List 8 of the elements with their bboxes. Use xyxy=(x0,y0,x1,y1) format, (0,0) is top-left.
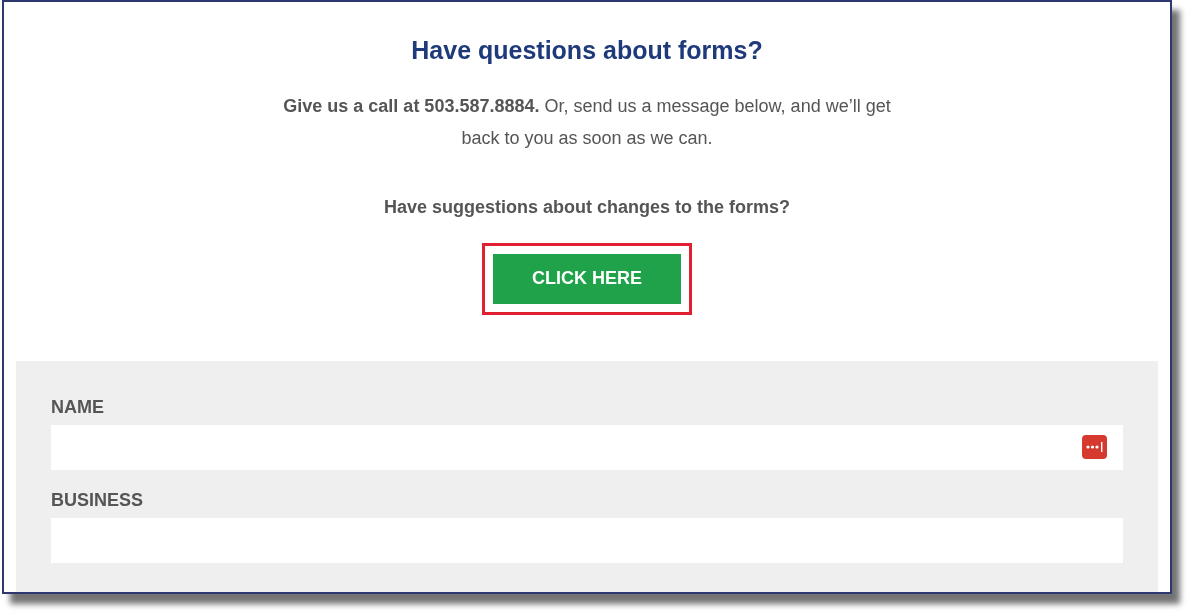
input-field[interactable] xyxy=(51,424,1123,470)
suggestions-text: Have suggestions about changes to the forms? xyxy=(383,195,791,219)
password-manager-icon[interactable] xyxy=(1082,435,1107,459)
heading: Have questions about forms? xyxy=(411,35,763,66)
field-label: NAME xyxy=(51,396,105,417)
click-here-button[interactable]: CLICK HERE xyxy=(493,253,681,304)
intro-text: Give us a call at 503.587.8884. Or, send us a message below, and we’ll get back to you as soon as we can. xyxy=(282,94,892,150)
field-label: BUSINESS xyxy=(51,489,145,510)
